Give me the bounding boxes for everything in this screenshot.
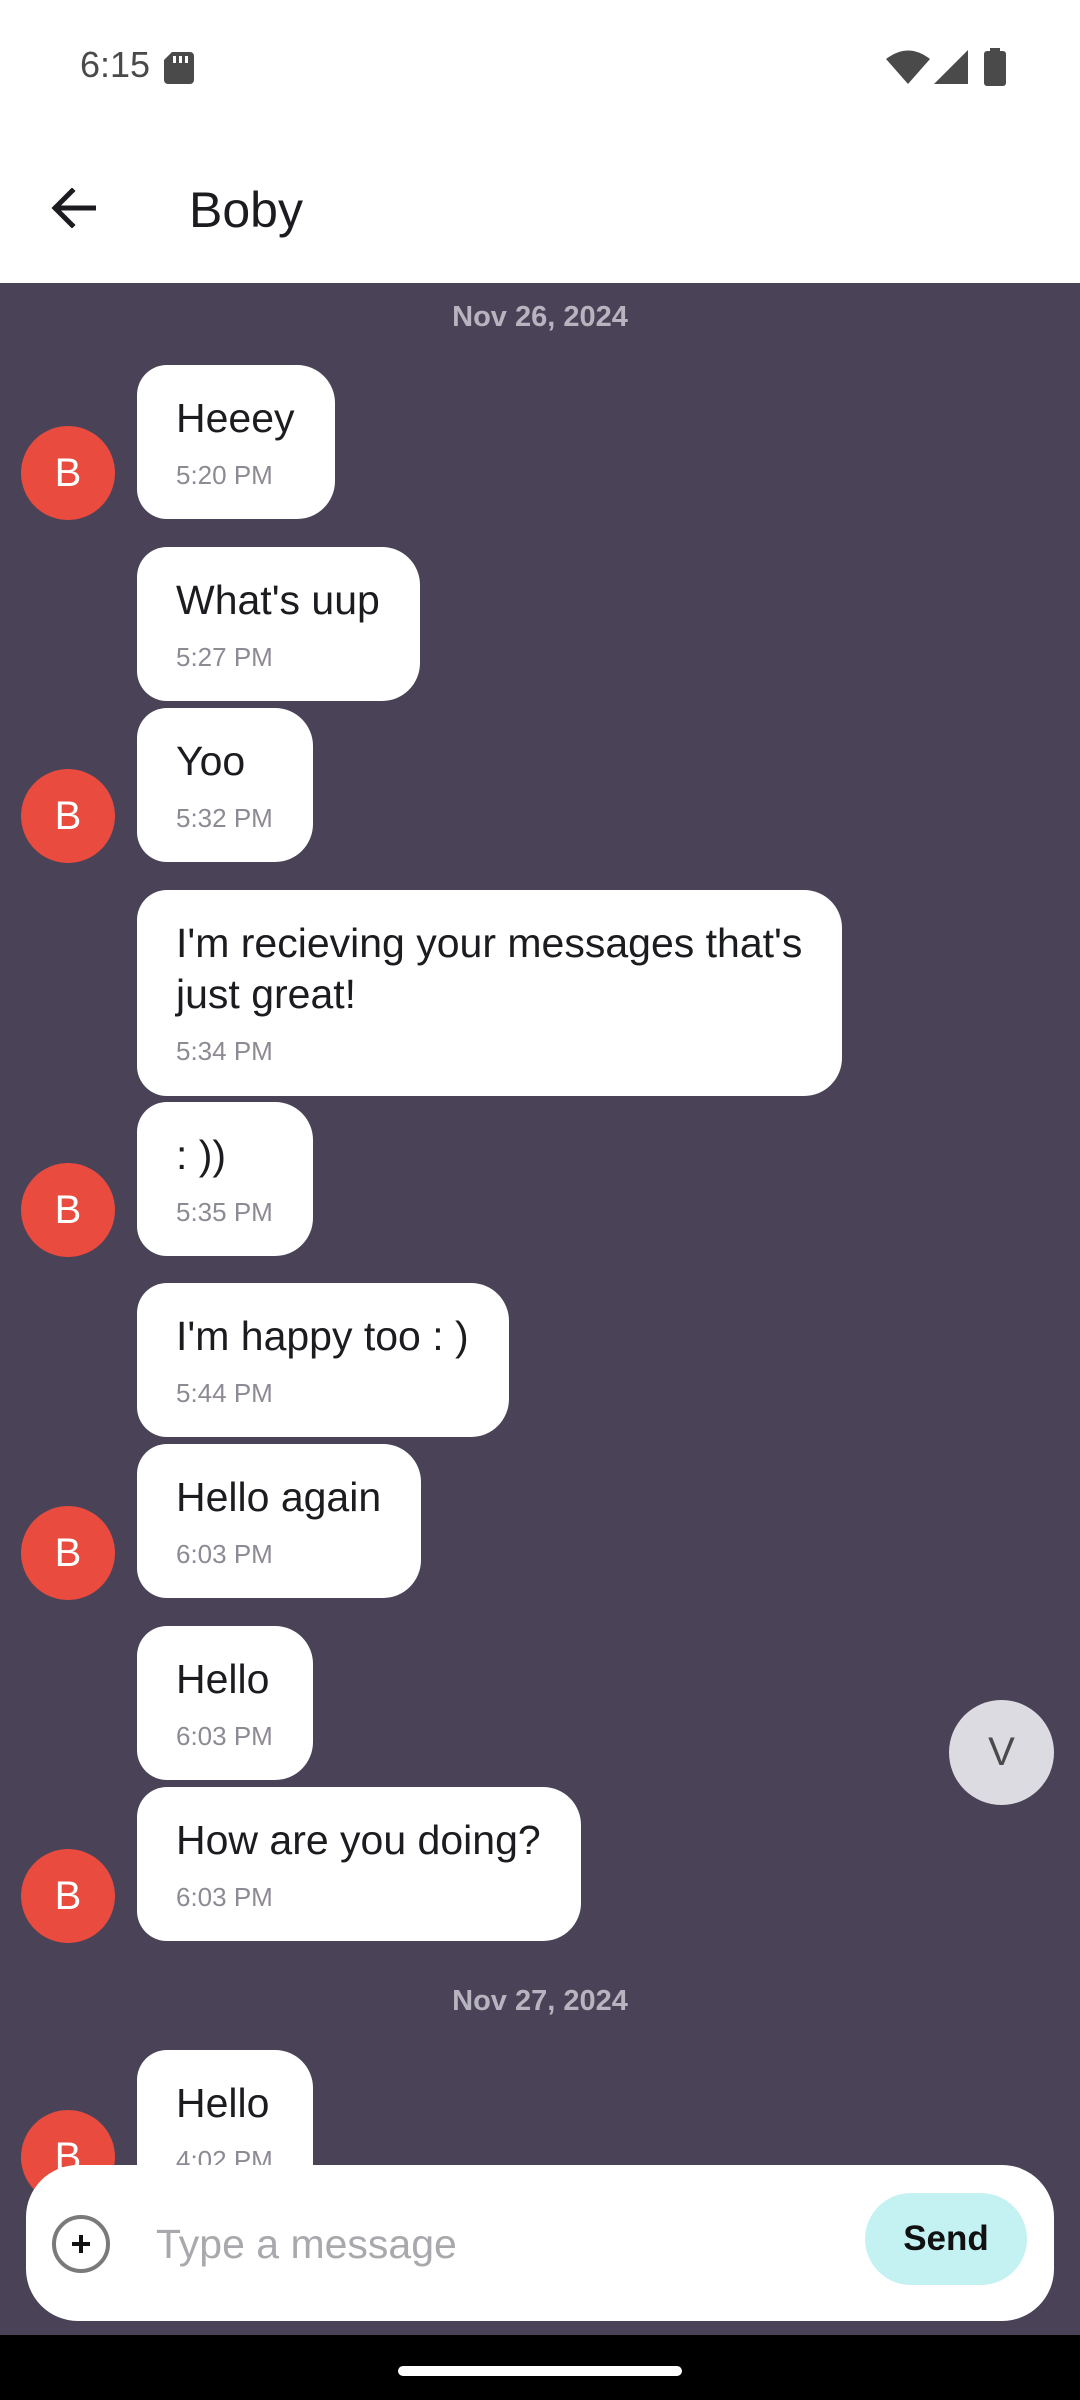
home-gesture-handle[interactable] xyxy=(398,2366,682,2376)
message-text: Yoo xyxy=(176,738,246,784)
message-text: What's uup xyxy=(176,577,380,623)
chat-title: Boby xyxy=(189,182,303,238)
message-text: Hello xyxy=(176,1656,270,1702)
avatar[interactable]: B xyxy=(21,769,115,863)
battery-icon xyxy=(984,48,1006,86)
message-time: 5:34 PM xyxy=(176,1036,273,1066)
message-bubble[interactable]: I'm recieving your messages that's just … xyxy=(137,890,843,1096)
message-bubble[interactable]: Hello 6:03 PM xyxy=(137,1626,313,1780)
message-text: I'm happy too : ) xyxy=(176,1313,469,1359)
status-bar: 6:15 xyxy=(0,0,1080,135)
avatar[interactable]: B xyxy=(21,1506,115,1600)
status-time: 6:15 xyxy=(80,44,151,85)
message-text: Heeey xyxy=(176,395,295,441)
message-time: 6:03 PM xyxy=(176,1882,273,1912)
message-text: : )) xyxy=(176,1132,227,1178)
attach-button[interactable] xyxy=(52,2215,110,2273)
date-separator: Nov 26, 2024 xyxy=(452,301,628,333)
message-text: I'm recieving your messages that's just … xyxy=(176,920,803,1017)
message-time: 5:20 PM xyxy=(176,460,273,490)
send-button[interactable]: Send xyxy=(865,2193,1027,2285)
date-separator: Nov 27, 2024 xyxy=(452,1985,628,2017)
message-time: 5:27 PM xyxy=(176,642,273,672)
message-bubble[interactable]: Hello again 6:03 PM xyxy=(137,1444,422,1598)
message-bubble[interactable]: Yoo 5:32 PM xyxy=(137,708,313,862)
avatar[interactable]: B xyxy=(21,426,115,520)
message-input[interactable] xyxy=(154,2205,858,2283)
message-time: 6:03 PM xyxy=(176,1721,273,1751)
arrow-left-icon xyxy=(51,188,96,228)
message-bubble[interactable]: How are you doing? 6:03 PM xyxy=(137,1787,581,1941)
message-text: Hello xyxy=(176,2080,270,2126)
message-time: 5:35 PM xyxy=(176,1197,273,1227)
message-time: 5:32 PM xyxy=(176,803,273,833)
wifi-icon xyxy=(886,50,930,84)
message-text: How are you doing? xyxy=(176,1817,541,1863)
message-bubble[interactable]: Heeey 5:20 PM xyxy=(137,365,335,519)
plus-icon xyxy=(72,2235,90,2253)
chat-messages-area[interactable]: Nov 26, 2024 B Heeey 5:20 PM What's uup … xyxy=(0,283,1080,2335)
message-text: Hello again xyxy=(176,1474,382,1520)
message-composer: Send xyxy=(26,2165,1054,2321)
message-bubble[interactable]: What's uup 5:27 PM xyxy=(137,547,420,701)
message-bubble[interactable]: : )) 5:35 PM xyxy=(137,1102,313,1256)
message-time: 6:03 PM xyxy=(176,1539,273,1569)
sd-card-icon xyxy=(164,52,194,84)
back-button[interactable] xyxy=(38,173,108,243)
app-bar: Boby xyxy=(0,135,1080,283)
avatar[interactable]: B xyxy=(21,1163,115,1257)
scroll-to-bottom-button[interactable]: V xyxy=(949,1700,1054,1805)
message-time: 5:44 PM xyxy=(176,1378,273,1408)
message-bubble[interactable]: I'm happy too : ) 5:44 PM xyxy=(137,1283,509,1437)
avatar[interactable]: B xyxy=(21,1849,115,1943)
cell-signal-icon xyxy=(934,50,968,84)
